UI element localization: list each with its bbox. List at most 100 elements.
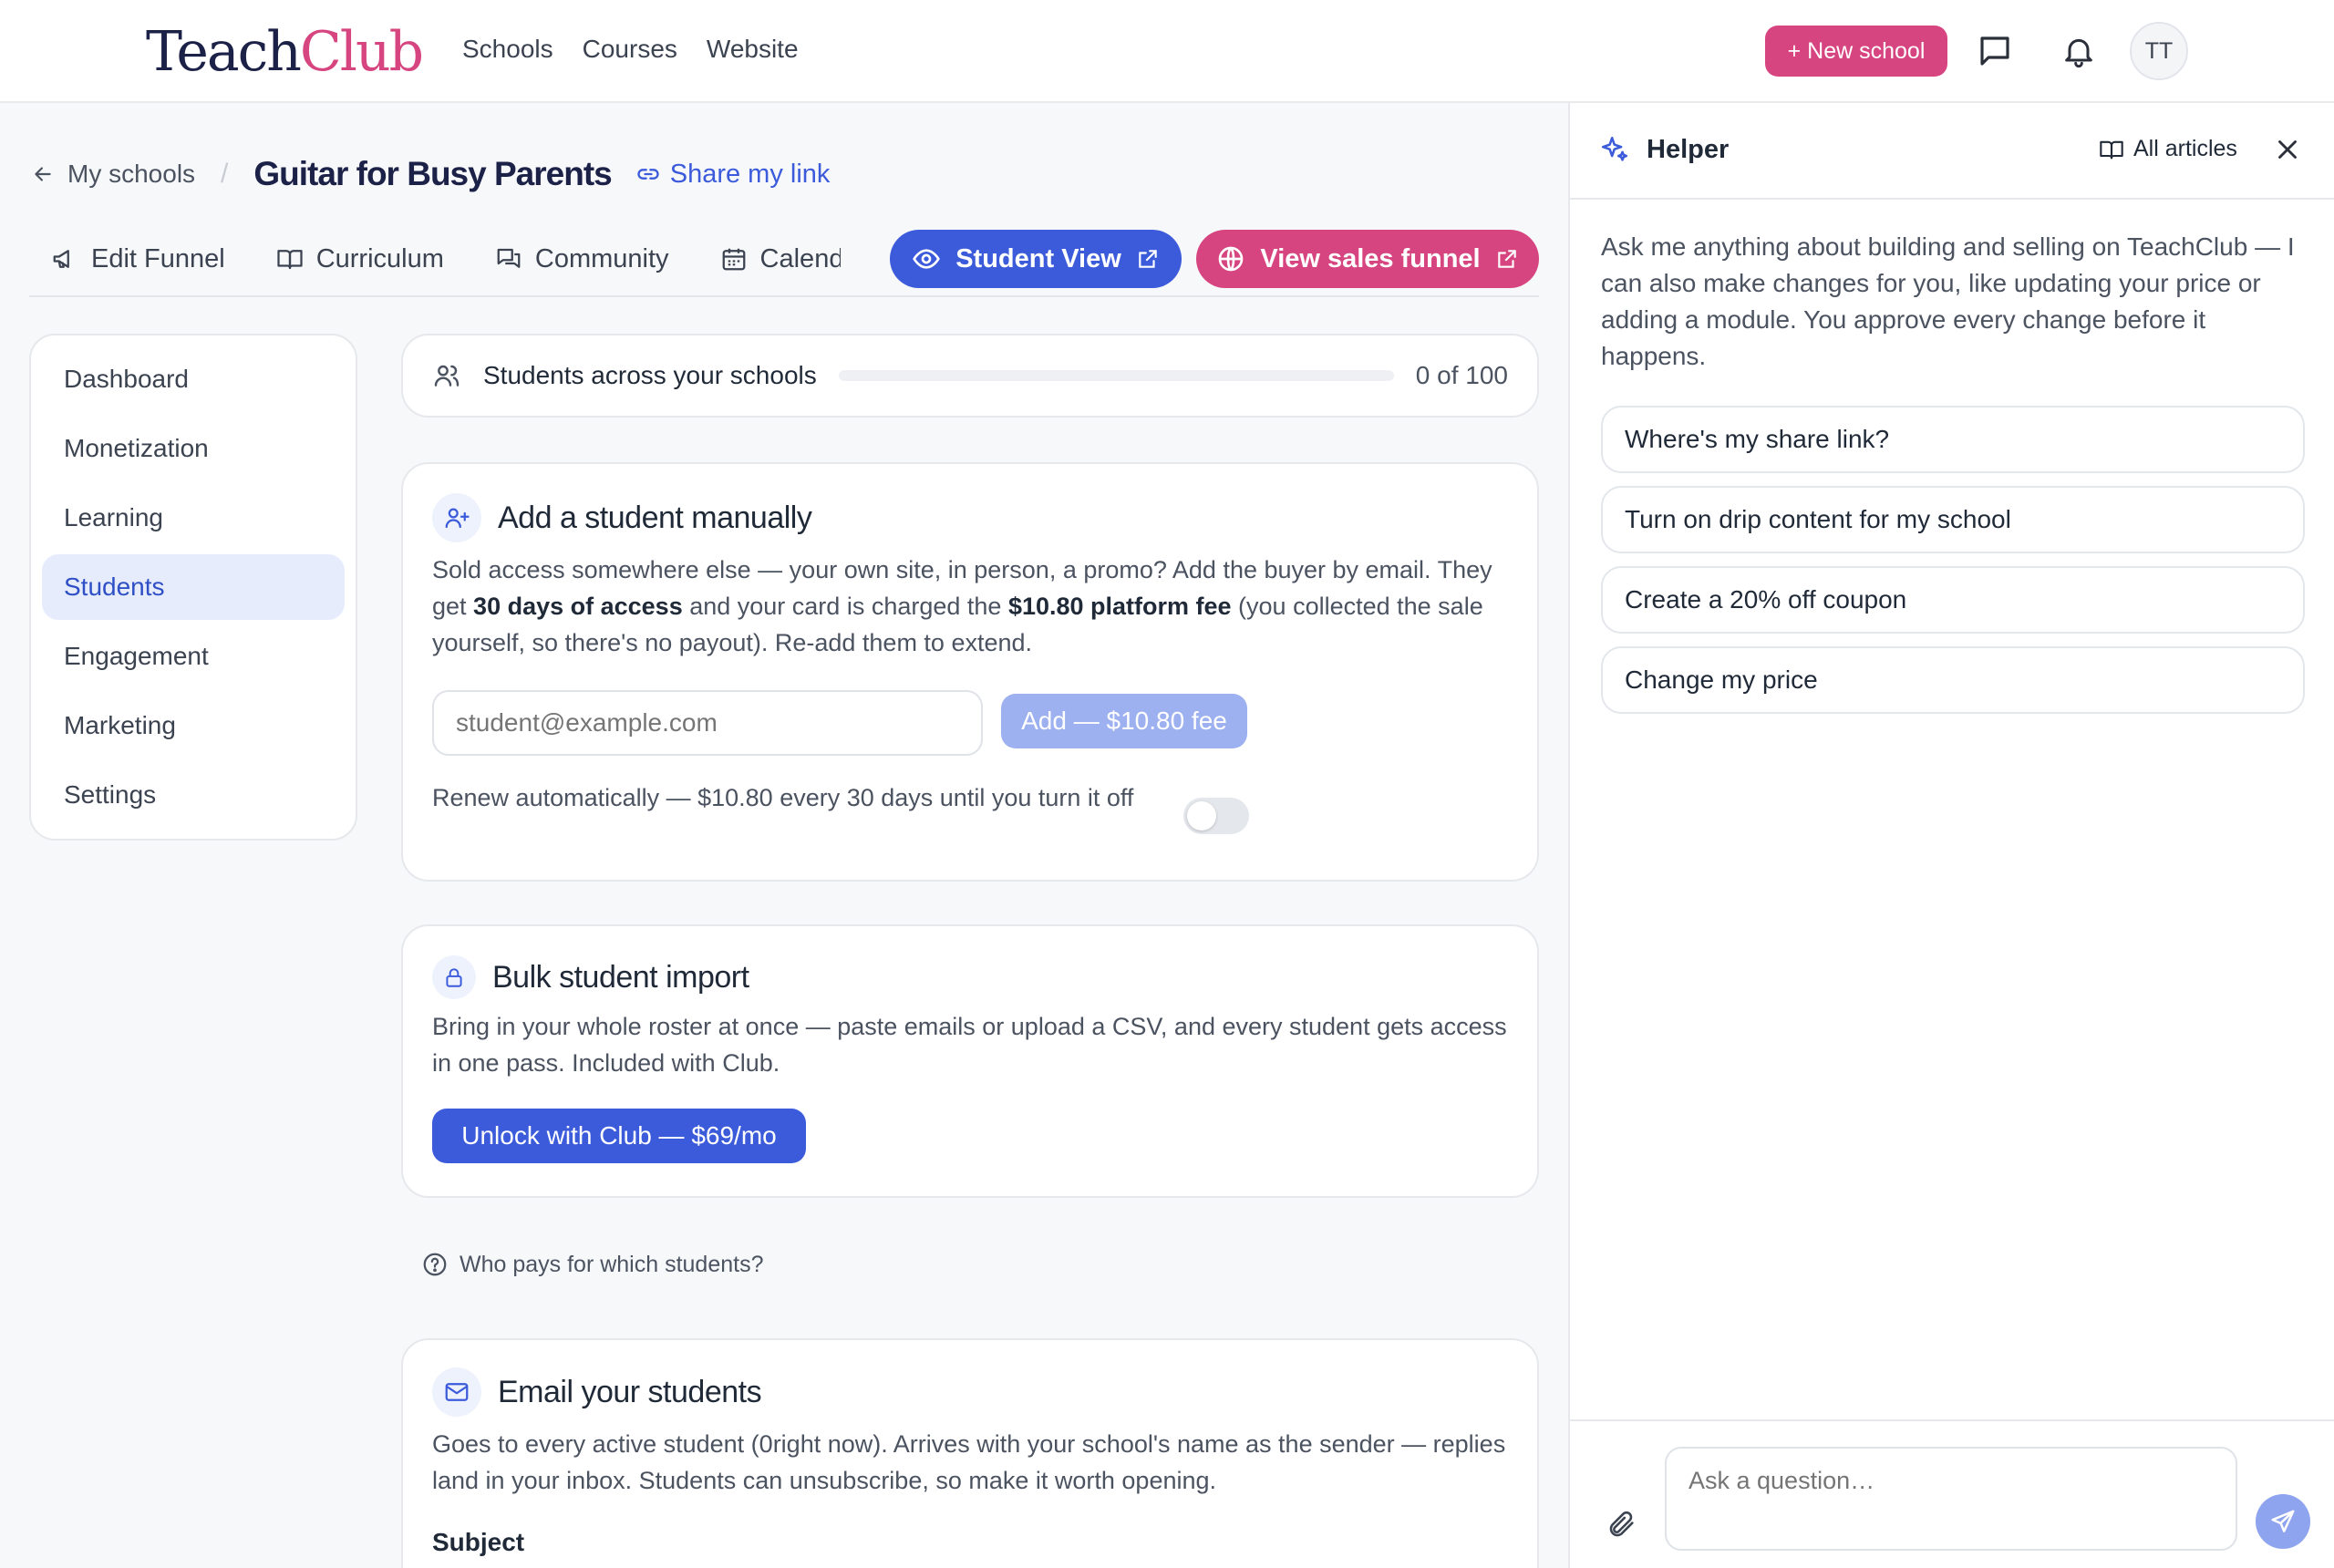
paperclip-icon[interactable] [1606,1509,1637,1544]
help-circle-icon [423,1253,447,1276]
ask-question-input[interactable] [1665,1447,2237,1551]
user-plus-icon [432,493,481,542]
sidebar-item-learning[interactable]: Learning [42,485,345,551]
toggle-knob [1187,801,1216,830]
email-students-header: Email your students [432,1367,762,1417]
school-sidebar: Dashboard Monetization Learning Students… [29,334,357,841]
arrow-left-icon [35,167,51,181]
sidebar-item-students[interactable]: Students [42,554,345,620]
mail-icon [432,1367,481,1417]
helper-intro-text: Ask me anything about building and selli… [1601,232,2295,370]
sparkles-icon [1601,136,1628,161]
tab-label: Community [534,243,669,273]
bulk-import-card: Bulk student import Bring in your whole … [401,924,1539,1198]
desc-part: and your card is charged the [682,593,1008,620]
access-duration: 30 days of access [473,593,683,620]
add-student-title: Add a student manually [498,500,812,535]
helper-panel: Helper All articles Ask me anything abou… [1568,103,2334,1568]
unlock-club-button[interactable]: Unlock with Club — $69/mo [432,1109,806,1163]
back-label: My schools [67,160,196,188]
tab-calendar[interactable]: Calendar [720,244,841,274]
add-student-header: Add a student manually [432,493,812,542]
share-label: Share my link [669,159,831,189]
add-student-card: Add a student manually Sold access somew… [401,462,1539,882]
bulk-import-header: Bulk student import [432,955,749,999]
tabs-divider [29,295,1539,297]
tab-curriculum[interactable]: Curriculum [276,244,444,274]
renew-automatically-label: Renew automatically — $10.80 every 30 da… [432,784,1134,811]
helper-title-text: Helper [1647,134,1730,164]
share-link-button[interactable]: Share my link [635,159,831,190]
external-link-icon [1139,250,1157,268]
add-student-description: Sold access somewhere else — your own si… [432,552,1508,661]
tab-edit-funnel[interactable]: Edit Funnel [51,244,225,274]
renew-automatically-toggle[interactable] [1183,798,1249,834]
book-open-icon [277,250,303,270]
sidebar-item-engagement[interactable]: Engagement [42,624,345,689]
all-articles-label: All articles [2133,136,2237,161]
top-navbar: TeachClub Schools Courses Website + New … [0,0,2334,103]
nav-courses[interactable]: Courses [583,35,677,64]
subject-label: Subject [432,1528,525,1556]
students-usage-card: Students across your schools 0 of 100 [401,334,1539,418]
helper-title: Helper [1599,134,1729,165]
student-view-label: Student View [955,243,1121,273]
all-articles-link[interactable]: All articles [2099,136,2237,162]
suggestion-change-price[interactable]: Change my price [1601,646,2305,714]
teachclub-logo[interactable]: TeachClub [146,20,424,84]
suggestion-share-link[interactable]: Where's my share link? [1601,406,2305,473]
tab-label: Edit Funnel [91,243,225,273]
students-usage-count: 0 of 100 [1415,361,1508,389]
school-tabs: Edit Funnel Curriculum Community Calenda… [51,233,841,284]
eye-icon [913,249,941,269]
sidebar-item-marketing[interactable]: Marketing [42,693,345,758]
add-student-button[interactable]: Add — $10.80 fee [1001,694,1247,748]
nav-website[interactable]: Website [707,35,799,64]
email-students-title: Email your students [498,1374,762,1409]
user-avatar[interactable]: TT [2130,22,2188,80]
send-icon[interactable] [2256,1494,2310,1549]
sidebar-item-monetization[interactable]: Monetization [42,416,345,481]
tab-community[interactable]: Community [495,244,669,274]
close-icon[interactable] [2272,134,2303,170]
sidebar-item-settings[interactable]: Settings [42,762,345,828]
page-title: Guitar for Busy Parents [253,155,612,192]
sales-funnel-label: View sales funnel [1260,243,1481,273]
student-email-input[interactable] [432,690,983,756]
sidebar-item-dashboard[interactable]: Dashboard [42,346,345,412]
breadcrumb-separator: / [221,159,229,189]
bell-icon[interactable] [2055,27,2102,75]
suggestion-coupon[interactable]: Create a 20% off coupon [1601,566,2305,634]
message-square-icon[interactable] [1971,27,2019,75]
breadcrumb: My schools / Guitar for Busy Parents Sha… [31,155,830,193]
new-school-button[interactable]: + New school [1765,26,1947,77]
bulk-import-title: Bulk student import [492,959,749,995]
students-usage-label: Students across your schools [483,361,817,389]
email-students-card: Email your students Goes to every active… [401,1338,1539,1568]
back-to-my-schools[interactable]: My schools [31,160,195,189]
link-icon [637,169,659,180]
users-icon [434,365,460,387]
book-open-icon [2100,140,2123,159]
external-link-icon [1497,250,1516,268]
chat-bubbles-icon [497,248,521,268]
helper-composer [1570,1419,2334,1568]
student-view-button[interactable]: Student View [890,230,1182,288]
tab-label: Calendar [759,243,841,273]
megaphone-icon [53,250,69,268]
suggestion-drip-content[interactable]: Turn on drip content for my school [1601,486,2305,553]
logo-text-club: Club [299,20,424,84]
top-nav: Schools Courses Website [462,35,799,64]
who-pays-help-link[interactable]: Who pays for which students? [421,1251,764,1278]
tab-label: Curriculum [315,243,444,273]
students-usage-bar [838,370,1394,381]
helper-header: Helper All articles [1570,103,2334,200]
view-sales-funnel-button[interactable]: View sales funnel [1196,230,1539,288]
globe-icon [1219,246,1244,272]
nav-schools[interactable]: Schools [462,35,553,64]
calendar-icon [722,248,745,271]
bulk-import-description: Bring in your whole roster at once — pas… [432,1013,1507,1077]
platform-fee: $10.80 platform fee [1007,593,1232,620]
who-pays-label: Who pays for which students? [460,1251,764,1277]
lock-icon [432,955,476,999]
